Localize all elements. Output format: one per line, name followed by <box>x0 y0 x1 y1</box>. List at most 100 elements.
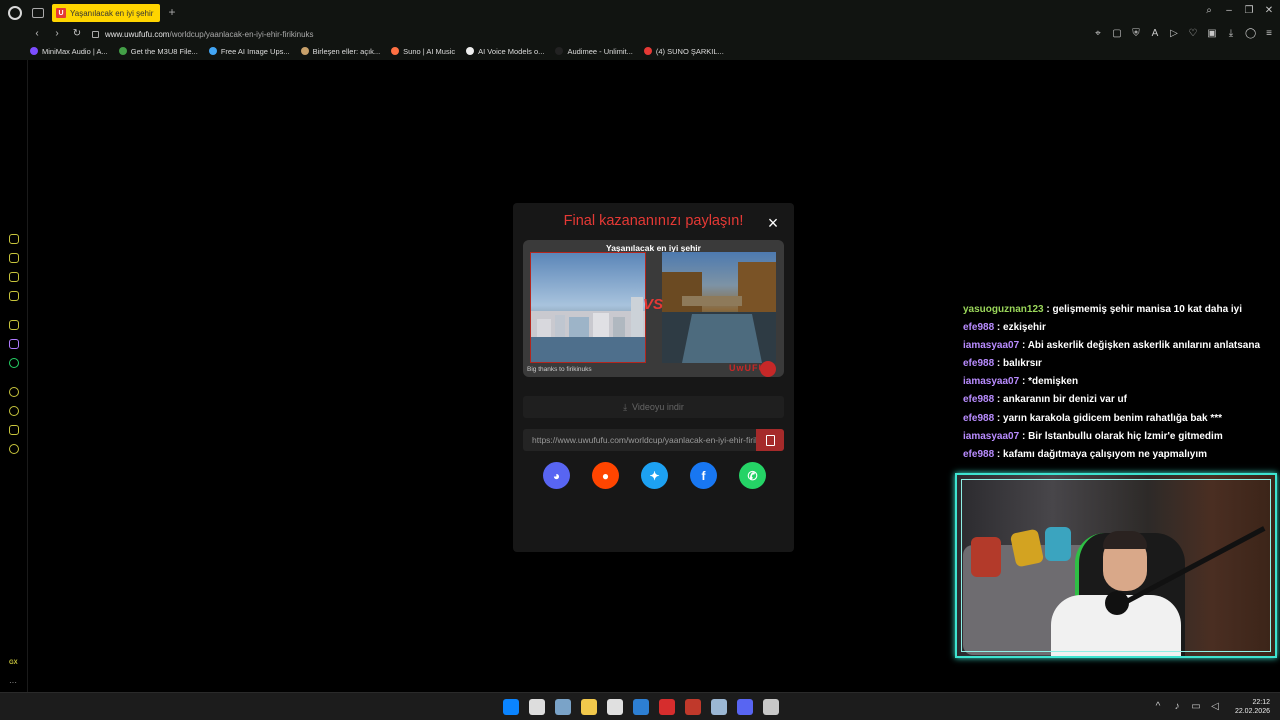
stream-chat-overlay: yasuoguznan123 : gelişmemiş şehir manisa… <box>963 304 1273 467</box>
bookmark-item[interactable]: MiniMax Audio | A... <box>30 47 108 56</box>
wallet-icon[interactable]: ▣ <box>1207 29 1217 39</box>
whatsapp-share-icon[interactable]: ✆ <box>739 462 766 489</box>
shield-icon[interactable]: ⛨ <box>1131 29 1141 39</box>
modal-title: Final kazananınızı paylaşın! <box>563 213 744 229</box>
tray-mic-icon[interactable]: ♪ <box>1172 702 1182 712</box>
desktop: U Yaşanılacak en iyi şehir | U + ⌕ – ❐ ✕… <box>0 0 1280 720</box>
gx-label: GX <box>9 660 18 666</box>
chat-text: yarın karakola gidicem benim rahatlığa b… <box>1003 412 1223 424</box>
browser-tab-bar: U Yaşanılacak en iyi şehir | U + ⌕ – ❐ ✕ <box>0 0 1280 26</box>
bookmark-favicon-icon <box>30 47 38 55</box>
ai-icon[interactable] <box>9 320 19 330</box>
opera-gx-logo-icon[interactable] <box>8 6 22 20</box>
forward-icon[interactable]: › <box>52 29 62 39</box>
system-tray: ^ ♪ ▭ ◁ <box>1153 702 1220 712</box>
history-icon[interactable] <box>9 406 19 416</box>
share-url-input[interactable]: https://www.uwufufu.com/worldcup/yaanlac… <box>523 429 757 451</box>
system-clock[interactable]: 22:12 22.02.2026 <box>1235 698 1270 716</box>
taskbar-app-icon[interactable] <box>529 699 545 715</box>
bookmark-favicon-icon <box>118 47 127 55</box>
chat-message: efe988 : ankaranın bir denizi var uf <box>963 394 1273 412</box>
taskbar-app-icon[interactable] <box>711 699 727 715</box>
facebook-share-icon[interactable]: f <box>690 462 717 489</box>
discord-share-icon[interactable]: ◕ <box>543 462 570 489</box>
taskbar-app-icon[interactable] <box>659 699 675 715</box>
taskbar-app-icon[interactable] <box>607 699 623 715</box>
bookmark-item[interactable]: (4) SUNO ŞARKIL... <box>643 47 724 56</box>
back-icon[interactable]: ‹ <box>32 29 42 39</box>
extensions-icon[interactable] <box>9 425 19 435</box>
chat-message: efe988 : yarın karakola gidicem benim ra… <box>963 413 1273 431</box>
url-path: /worldcup/yaanlacak-en-iyi-ehir-firikinu… <box>169 29 314 39</box>
network-icon[interactable]: ▭ <box>1191 702 1201 712</box>
gx-corner-icon[interactable] <box>9 272 19 282</box>
music-player-icon[interactable] <box>9 291 19 301</box>
bookmarks-bar: MiniMax Audio | A... Get the M3U8 File...… <box>0 42 1280 60</box>
bookmark-item[interactable]: Get the M3U8 File... <box>118 47 198 56</box>
bookmark-label: Audimee - Unlimit... <box>567 46 633 56</box>
play-icon[interactable]: ▷ <box>1169 29 1179 39</box>
settings-icon[interactable] <box>9 444 19 454</box>
snapshot-icon[interactable]: ▢ <box>1112 29 1122 39</box>
chat-username: efe988 <box>963 358 995 370</box>
clock-date: 22.02.2026 <box>1234 708 1270 715</box>
bookmark-label: Birleşen eller: açık... <box>312 46 381 56</box>
share-url-row: https://www.uwufufu.com/worldcup/yaanlac… <box>523 429 784 451</box>
menu-icon[interactable]: ≡ <box>1264 29 1274 39</box>
account-icon[interactable]: ◯ <box>1245 29 1256 39</box>
bookmark-item[interactable]: Free AI Image Ups... <box>208 47 290 56</box>
taskbar-app-icon[interactable] <box>503 699 519 715</box>
chat-text: kafamı dağıtmaya çalışıyom ne yapmalıyım <box>1003 448 1208 460</box>
taskbar-app-icon[interactable] <box>685 699 701 715</box>
twitch-icon[interactable] <box>9 339 19 349</box>
bookmark-item[interactable]: AI Voice Models o... <box>466 47 544 56</box>
chat-username: efe988 <box>963 448 995 460</box>
gx-control-icon[interactable] <box>9 234 19 244</box>
gx-cleaner-icon[interactable] <box>9 253 19 263</box>
download-arrow-icon: ⤓ <box>623 401 628 412</box>
player-icon[interactable] <box>9 387 19 397</box>
taskbar-app-icon[interactable] <box>633 699 649 715</box>
chat-username: efe988 <box>963 412 995 424</box>
refresh-icon[interactable] <box>760 361 776 377</box>
chat-username: iamasyaa07 <box>963 376 1020 388</box>
bookmark-favicon-icon <box>643 47 652 55</box>
chat-separator: : <box>1019 340 1028 352</box>
volume-icon[interactable]: ◁ <box>1210 702 1220 712</box>
winner-card: Yaşanılacak en iyi şehir VS Big thanks t… <box>523 240 784 377</box>
taskbar-app-icon[interactable] <box>737 699 753 715</box>
download-icon[interactable]: ⤓ <box>1226 29 1236 39</box>
tab-islands-icon[interactable] <box>32 8 44 18</box>
reddit-share-icon[interactable]: ● <box>592 462 619 489</box>
whatsapp-sidebar-icon[interactable] <box>9 358 19 368</box>
heart-icon[interactable]: ♡ <box>1188 29 1198 39</box>
chat-separator: : <box>994 358 1004 370</box>
close-window-icon[interactable]: ✕ <box>1264 6 1274 16</box>
url-field[interactable]: www.uwufufu.com /worldcup/yaanlacak-en-i… <box>92 30 314 39</box>
bookmark-item[interactable]: Birleşen eller: açık... <box>300 46 381 56</box>
clock-time: 22:12 <box>1252 699 1270 706</box>
chat-username: efe988 <box>963 322 995 334</box>
translate-icon[interactable]: A <box>1150 29 1160 39</box>
close-modal-button[interactable]: × <box>765 214 781 232</box>
taskbar-app-icon[interactable] <box>581 699 597 715</box>
search-tabs-icon[interactable]: ⌕ <box>1204 6 1214 16</box>
taskbar-app-icon[interactable] <box>763 699 779 715</box>
copy-link-button[interactable] <box>756 429 784 451</box>
maximize-icon[interactable]: ❐ <box>1244 6 1254 16</box>
download-video-button[interactable]: ⤓ Videoyu indir <box>523 396 784 418</box>
bookmark-item[interactable]: Suno | AI Music <box>391 47 455 56</box>
chat-username: efe988 <box>963 394 995 406</box>
new-tab-button[interactable]: + <box>166 6 178 19</box>
more-icon[interactable]: ··· <box>9 678 17 687</box>
twitter-share-icon[interactable]: ✦ <box>641 462 668 489</box>
tab-active[interactable]: U Yaşanılacak en iyi şehir | U <box>52 4 160 22</box>
bookmark-favicon-icon <box>208 47 217 55</box>
bookmark-favicon-icon <box>555 47 564 55</box>
pin-icon[interactable]: ⌖ <box>1093 29 1103 39</box>
reload-icon[interactable]: ↻ <box>72 29 82 39</box>
bookmark-item[interactable]: Audimee - Unlimit... <box>555 46 633 56</box>
taskbar-app-icon[interactable] <box>555 699 571 715</box>
minimize-icon[interactable]: – <box>1224 6 1234 16</box>
tray-chevron-icon[interactable]: ^ <box>1153 702 1163 712</box>
